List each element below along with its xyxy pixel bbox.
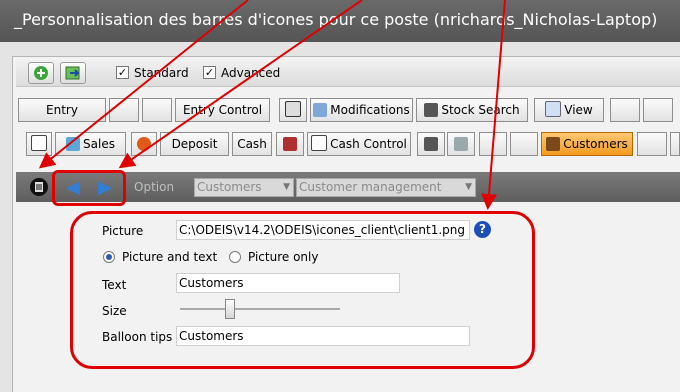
deposit-button[interactable]: Deposit: [160, 132, 229, 156]
sales-button[interactable]: Sales: [55, 132, 126, 156]
magnifier-icon: [545, 101, 562, 117]
calendar-icon-button[interactable]: [26, 132, 52, 156]
standard-checkbox[interactable]: ✓: [116, 66, 129, 79]
empty-slot[interactable]: [510, 132, 538, 156]
cash-button[interactable]: Cash: [232, 132, 272, 156]
chevron-down-icon: ▼: [465, 182, 472, 192]
option-label: Option: [134, 180, 175, 194]
advanced-label: Advanced: [221, 66, 281, 80]
export-icon-button[interactable]: [60, 62, 86, 84]
customers-button[interactable]: Customers: [541, 132, 633, 156]
empty-slot[interactable]: [610, 98, 640, 122]
option-select-2[interactable]: Customer management ▼: [296, 178, 476, 197]
pen-icon: [283, 137, 297, 151]
binoculars-icon: [424, 103, 439, 117]
delete-icon-button[interactable]: [28, 176, 50, 198]
empty-slot[interactable]: [479, 132, 507, 156]
highlight-arrows: [52, 170, 126, 206]
customer-icon: [546, 137, 561, 151]
window-title: _Personnalisation des barres d'icones po…: [0, 0, 680, 42]
standard-label: Standard: [134, 66, 189, 80]
binoculars-icon: [424, 137, 438, 151]
empty-slot[interactable]: [637, 132, 667, 156]
option-select-1[interactable]: Customers ▼: [194, 178, 294, 197]
lifebuoy-icon-button[interactable]: [131, 132, 157, 156]
cash-control-button[interactable]: Cash Control: [307, 132, 411, 156]
add-icon-button[interactable]: [28, 62, 54, 84]
pen-icon-button[interactable]: [276, 132, 304, 156]
chevron-down-icon: ▼: [283, 182, 290, 192]
stock-search-button[interactable]: Stock Search: [416, 98, 528, 122]
view-button[interactable]: View: [534, 98, 604, 122]
export-icon: [65, 66, 80, 80]
trash-icon: [30, 178, 48, 196]
highlight-form: [70, 211, 535, 369]
entry-control-button[interactable]: Entry Control: [175, 98, 270, 122]
empty-slot[interactable]: [643, 98, 673, 122]
document-icon: [311, 135, 328, 151]
modifications-button[interactable]: Modifications: [310, 98, 413, 122]
calendar-icon: [31, 135, 47, 151]
printer-icon-button[interactable]: [447, 132, 475, 156]
entry-button[interactable]: Entry: [18, 98, 106, 122]
sales-icon: [66, 137, 81, 151]
toolbar-icon: [285, 101, 301, 117]
add-icon: [34, 66, 48, 80]
advanced-checkbox[interactable]: ✓: [203, 66, 216, 79]
empty-slot[interactable]: [109, 98, 139, 122]
lifebuoy-icon: [137, 137, 151, 151]
empty-slot[interactable]: [142, 98, 172, 122]
printer-icon: [454, 137, 468, 151]
binoculars-icon-button[interactable]: [417, 132, 445, 156]
modifications-icon: [313, 103, 328, 117]
empty-slot[interactable]: [670, 132, 680, 156]
toolbar-icon-button[interactable]: [279, 98, 307, 122]
